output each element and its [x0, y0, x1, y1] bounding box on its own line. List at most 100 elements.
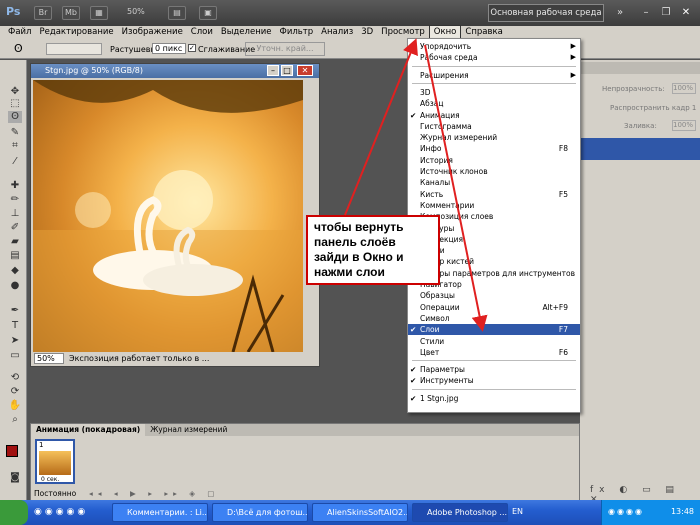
quick-launch-icons[interactable]: ◉◉◉◉◉ [34, 507, 88, 517]
move-tool-icon[interactable]: ✥ [8, 86, 22, 98]
menu-item-7[interactable]: Журнал измерений [408, 132, 580, 143]
image-canvas[interactable] [33, 80, 303, 352]
menu-item-3[interactable]: 3D [408, 87, 580, 98]
menu-item-24[interactable]: ✔ Слои F7 [408, 324, 580, 336]
task-comments[interactable]: Комментарии. : Li... [112, 503, 208, 522]
task-alienskin[interactable]: AlienSkinsSoftAIO2... [312, 503, 408, 522]
menu-item-21[interactable]: Образцы [408, 290, 580, 301]
tray-icons[interactable]: ◉◉◉◉ [608, 507, 644, 516]
zoom-level[interactable]: 50% [127, 7, 145, 16]
menu-item-1[interactable]: Рабочая среда ▶ [408, 52, 580, 63]
menu-item-9[interactable]: История [408, 155, 580, 166]
dodge-icon[interactable]: ● [8, 280, 22, 292]
layer-panel-buttons[interactable]: fx ◐ ▭ ▤ ✕ [590, 485, 700, 505]
screen-mode-icon[interactable]: ▣ [199, 6, 217, 20]
eyedropper-icon[interactable]: ⁄ [8, 156, 22, 168]
doc-minimize-icon[interactable]: – [267, 65, 279, 76]
3d-camera-icon[interactable]: ⟳ [8, 386, 22, 398]
menu-item-label: Образцы [420, 291, 455, 301]
fill-input[interactable]: 100% [672, 120, 696, 131]
menu-item-13[interactable]: Комментарии [408, 200, 580, 211]
menu-file[interactable]: Файл [4, 26, 35, 39]
frame-delay[interactable]: 0 сек. [41, 476, 59, 483]
menu-item-28[interactable]: ✔ Инструменты [408, 375, 580, 386]
foreground-color-swatch[interactable] [6, 445, 18, 457]
menu-item-11[interactable]: Каналы [408, 177, 580, 188]
menu-item-23[interactable]: Символ [408, 313, 580, 324]
menu-item-shortcut: F5 [558, 189, 568, 199]
lasso-icon[interactable]: ʘ [14, 42, 23, 55]
brush-tool-icon[interactable]: ✏ [8, 194, 22, 206]
quick-mask-icon[interactable]: ◙ [8, 472, 22, 484]
loop-select[interactable]: Постоянно [34, 488, 76, 500]
doc-restore-icon[interactable]: □ [281, 65, 293, 76]
menu-analysis[interactable]: Анализ [317, 26, 357, 39]
menu-item-10[interactable]: Источник клонов [408, 166, 580, 177]
zoom-tool-icon[interactable]: ⌕ [8, 414, 22, 426]
guides-icon[interactable]: ▦ [90, 6, 108, 20]
menu-filter[interactable]: Фильтр [276, 26, 318, 39]
menu-item-29[interactable]: ✔ 1 Stgn.jpg [408, 393, 580, 404]
minimize-icon[interactable]: – [638, 6, 654, 20]
blur-icon[interactable]: ◆ [8, 265, 22, 277]
hand-tool-icon[interactable]: ✋ [8, 400, 22, 412]
menu-item-shortcut: F8 [558, 144, 568, 154]
healing-brush-icon[interactable]: ✚ [8, 180, 22, 192]
menu-item-8[interactable]: Инфо F8 [408, 143, 580, 154]
menu-select[interactable]: Выделение [217, 26, 276, 39]
crop-tool-icon[interactable]: ⌗ [8, 140, 22, 152]
menu-item-12[interactable]: Кисть F5 [408, 189, 580, 200]
menu-item-2[interactable]: Расширения ▶ [408, 70, 580, 81]
gradient-icon[interactable]: ▤ [8, 250, 22, 262]
playback-buttons[interactable]: ◂◂ ◂ ▶ ▸ ▸▸ ◈ ▢ [89, 488, 220, 500]
refine-edge-button[interactable]: Уточн. край... [245, 42, 325, 56]
close-icon[interactable]: ✕ [678, 6, 694, 20]
shape-tool-icon[interactable]: ▭ [8, 350, 22, 362]
path-select-icon[interactable]: ➤ [8, 335, 22, 347]
tab-measurement-log[interactable]: Журнал измерений [145, 424, 232, 436]
selection-mode-icons[interactable] [46, 43, 102, 55]
smooth-checkbox[interactable]: ✓ [188, 44, 196, 52]
checkmark-icon: ✔ [410, 110, 417, 120]
history-brush-icon[interactable]: ✐ [8, 222, 22, 234]
menu-edit[interactable]: Редактирование [35, 26, 117, 39]
doc-zoom-input[interactable]: 50% [34, 353, 64, 364]
doc-close-icon[interactable]: ✕ [297, 65, 313, 76]
clone-stamp-icon[interactable]: ⊥ [8, 208, 22, 220]
menu-layers[interactable]: Слои [187, 26, 217, 39]
restore-icon[interactable]: ❐ [658, 6, 674, 20]
menu-item-4[interactable]: Абзац [408, 98, 580, 109]
menu-item-25[interactable]: Стили [408, 336, 580, 347]
arrange-icon[interactable]: ▤ [168, 6, 186, 20]
start-button[interactable] [0, 500, 28, 525]
task-folder[interactable]: D:\Всё для фотош... [212, 503, 308, 522]
propagate-label[interactable]: Распространить кадр 1 [610, 104, 696, 112]
menu-image[interactable]: Изображение [118, 26, 187, 39]
language-indicator[interactable]: EN [512, 507, 523, 516]
quick-select-icon[interactable]: ✎ [8, 127, 22, 139]
pen-tool-icon[interactable]: ✒ [8, 305, 22, 317]
menu-item-27[interactable]: ✔ Параметры [408, 364, 580, 375]
task-photoshop[interactable]: Adobe Photoshop ... [412, 503, 508, 522]
feather-input[interactable]: 0 пикс [152, 43, 186, 54]
lasso-tool-icon[interactable]: ʘ [8, 111, 22, 123]
menu-3d[interactable]: 3D [357, 26, 377, 39]
minibridge-icon[interactable]: Mb [62, 6, 80, 20]
opacity-input[interactable]: 100% [672, 83, 696, 94]
menu-item-5[interactable]: ✔ Анимация [408, 110, 580, 121]
bridge-icon[interactable]: Br [34, 6, 52, 20]
document-title[interactable]: Stgn.jpg @ 50% (RGB/8) – □ ✕ [31, 64, 319, 78]
menu-item-22[interactable]: Операции Alt+F9 [408, 302, 580, 313]
menu-item-26[interactable]: Цвет F6 [408, 347, 580, 358]
3d-rotate-icon[interactable]: ⟲ [8, 372, 22, 384]
expand-icon[interactable]: » [612, 6, 628, 20]
eraser-icon[interactable]: ▰ [8, 236, 22, 248]
marquee-tool-icon[interactable]: ⬚ [8, 98, 22, 110]
animation-frame[interactable]: 1 0 сек. [35, 439, 75, 484]
menu-item-6[interactable]: Гистограмма [408, 121, 580, 132]
layer-row-selected[interactable] [580, 138, 700, 160]
workspace-button[interactable]: Основная рабочая среда [488, 4, 604, 22]
tab-animation[interactable]: Анимация (покадровая) [31, 424, 146, 436]
type-tool-icon[interactable]: T [8, 320, 22, 332]
menu-item-0[interactable]: Упорядочить ▶ [408, 41, 580, 52]
